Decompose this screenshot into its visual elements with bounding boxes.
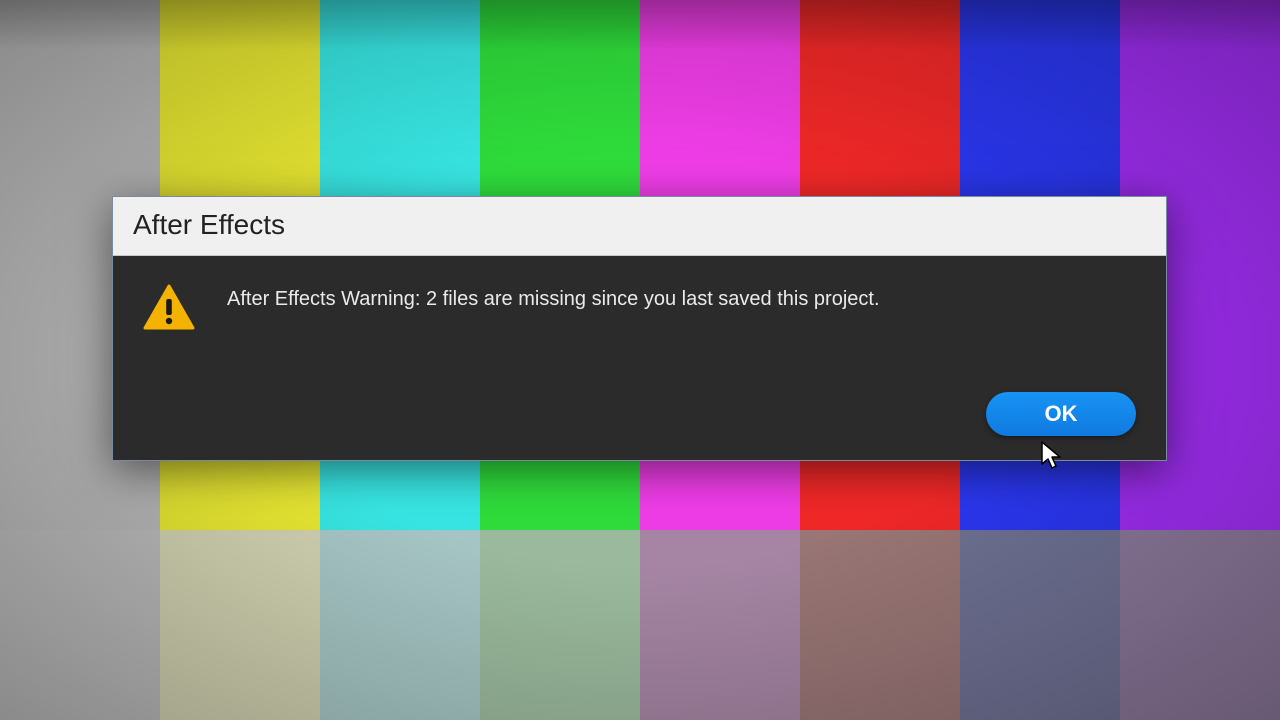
warning-icon — [143, 284, 195, 332]
warning-dialog: After Effects After Effects Warning: 2 f… — [112, 196, 1167, 461]
dialog-button-row: OK — [143, 392, 1136, 436]
dialog-message: After Effects Warning: 2 files are missi… — [227, 282, 880, 313]
dialog-title: After Effects — [133, 209, 1146, 241]
dialog-titlebar: After Effects — [113, 197, 1166, 256]
ok-button[interactable]: OK — [986, 392, 1136, 436]
dialog-body: After Effects Warning: 2 files are missi… — [113, 256, 1166, 460]
